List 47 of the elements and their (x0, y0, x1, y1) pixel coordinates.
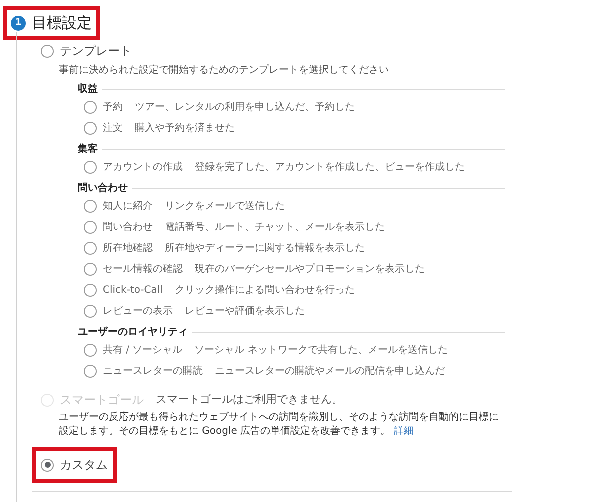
goal-template-description: 所在地やディーラーに関する情報を表示した (165, 242, 365, 256)
goal-template-description: レビューや評価を表示した (185, 304, 305, 318)
radio-button[interactable] (84, 263, 97, 276)
radio-button[interactable] (84, 101, 97, 114)
template-description: 事前に決められた設定で開始するためのテンプレートを選択してください (59, 64, 390, 78)
goal-template-name: レビューの表示 (103, 304, 173, 318)
goal-template-name: セール情報の確認 (103, 262, 183, 276)
goal-template-description: ツアー、レンタルの利用を申し込んだ、予約した (135, 100, 355, 114)
group-heading: 収益 (78, 82, 98, 97)
radio-button[interactable] (41, 44, 54, 58)
group-heading: 問い合わせ (78, 182, 128, 196)
step-number-badge: 1 (11, 16, 26, 30)
goal-template-description: リンクをメールで送信した (165, 200, 285, 214)
group-heading: ユーザーのロイヤリティ (78, 326, 188, 340)
goal-template-name: 予約 (103, 100, 123, 114)
goal-template-name: 知人に紹介 (103, 200, 153, 214)
goal-template-name: ニュースレターの購読 (103, 364, 203, 378)
goal-template-description: ニュースレターの購読やメールの配信を申し込んだ (215, 364, 445, 378)
group-heading: 集客 (78, 142, 98, 157)
section-title: 目標設定 (32, 13, 92, 33)
radio-button[interactable] (84, 200, 97, 213)
option-label: カスタム (60, 457, 108, 474)
goal-template-description: ソーシャル ネットワークで共有した、メールを送信した (194, 344, 448, 358)
goal-template-description: 購入や予約を済ませた (135, 122, 235, 136)
goal-template-description: 現在のバーゲンセールやプロモーションを表示した (195, 262, 425, 276)
goal-template-name: アカウントの作成 (103, 160, 183, 174)
radio-button[interactable] (84, 305, 97, 318)
radio-button[interactable] (84, 284, 97, 297)
goal-template-name: 所在地確認 (103, 242, 153, 256)
radio-button[interactable] (41, 458, 54, 472)
radio-button[interactable] (84, 365, 97, 378)
smart-goal-description: ユーザーの反応が最も得られたウェブサイトへの訪問を識別し、そのような訪問を自動的に目標に設定します。その目標をもとに Google 広告の単価設定を改善できます。 詳細 (59, 411, 499, 439)
radio-button[interactable] (84, 161, 97, 174)
goal-template-name: 注文 (103, 122, 123, 136)
goal-template-name: 問い合わせ (103, 220, 153, 234)
option-label: テンプレート (60, 43, 132, 60)
goal-template-name: Click-to-Call (103, 284, 163, 298)
unavailable-note: スマートゴールはご利用できません。 (156, 392, 343, 408)
radio-button[interactable] (84, 122, 97, 135)
goal-template-name: 共有 / ソーシャル (103, 344, 183, 358)
option-label: スマートゴール (60, 392, 144, 409)
goal-template-description: 電話番号、ルート、チャット、メールを表示した (165, 220, 385, 234)
goal-template-description: クリック操作による問い合わせを行った (174, 284, 355, 298)
goal-template-description: 登録を完了した、アカウントを作成した、ビューを作成した (195, 160, 465, 174)
radio-button[interactable] (84, 242, 97, 255)
radio-button[interactable] (84, 221, 97, 234)
radio-button[interactable] (84, 344, 97, 357)
